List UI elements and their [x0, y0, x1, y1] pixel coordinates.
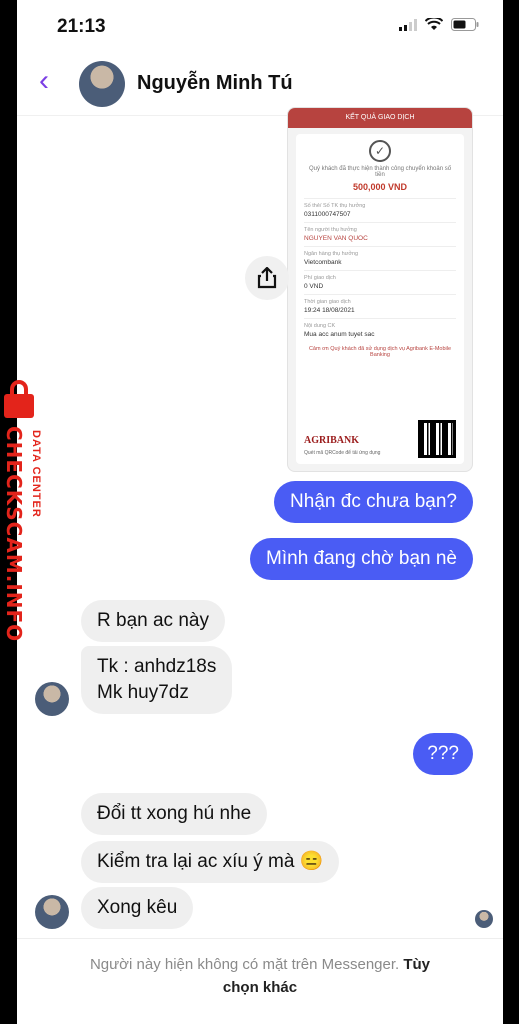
status-bar: 21:13 [17, 0, 503, 52]
receipt-field: Tên người thụ hưởng NGUYEN VAN QUOC [304, 222, 456, 246]
watermark-sub: DATA CENTER [30, 430, 42, 518]
agribank-logo: AGRIBANK [304, 435, 360, 446]
receipt-field: Phí giao dịch 0 VND [304, 270, 456, 294]
receipt-image[interactable]: KẾT QUẢ GIAO DỊCH ✓ Quý khách đã thực hi… [287, 107, 473, 472]
receipt-success-text: Quý khách đã thực hiện thành công chuyển… [308, 166, 452, 178]
field-value: NGUYEN VAN QUOC [304, 235, 368, 242]
check-icon: ✓ [369, 140, 391, 162]
more-options-link[interactable]: Tùy [403, 956, 430, 973]
field-value: 0311000747507 [304, 211, 351, 218]
notice-block: Người này hiện không có mặt trên Messeng… [17, 953, 503, 999]
contact-name[interactable]: Nguyễn Minh Tú [137, 72, 293, 95]
field-label: Thời gian giao dịch [304, 299, 351, 305]
message-line: Tk : anhdz18s [97, 656, 217, 677]
message-incoming[interactable]: Kiểm tra lại ac xíu ý mà 😑 [81, 841, 340, 883]
field-label: Tên người thụ hưởng [304, 227, 357, 233]
receipt-field: Thời gian giao dịch 19:24 18/08/2021 [304, 294, 456, 318]
contact-avatar-small[interactable] [35, 895, 69, 929]
contact-avatar-small[interactable] [35, 682, 69, 716]
status-icons [399, 18, 479, 31]
status-time: 21:13 [57, 16, 106, 37]
receipt-field: Ngân hàng thụ hưởng Vietcombank [304, 246, 456, 270]
battery-icon [451, 18, 479, 31]
wifi-icon [425, 18, 443, 30]
message-line: Mk huy7dz [97, 682, 189, 703]
message-outgoing[interactable]: Mình đang chờ bạn nè [250, 538, 473, 580]
unavailable-notice: Người này hiện không có mặt trên Messeng… [17, 938, 503, 1024]
field-value: 19:24 18/08/2021 [304, 307, 355, 314]
qr-code-icon [418, 420, 456, 458]
lock-icon [4, 380, 34, 418]
field-label: Số thẻ/ Số TK thụ hưởng [304, 203, 366, 209]
share-button[interactable] [245, 256, 289, 300]
back-arrow-icon[interactable]: ‹ [39, 64, 49, 98]
message-outgoing[interactable]: Nhận đc chưa bạn? [274, 481, 473, 523]
notice-text: Người này hiện không có mặt trên Messeng… [89, 956, 400, 973]
field-label: Phí giao dịch [304, 275, 336, 281]
contact-avatar[interactable] [79, 61, 125, 107]
message-incoming[interactable]: Đổi tt xong hú nhe [81, 793, 268, 835]
message-incoming[interactable]: Tk : anhdz18s Mk huy7dz [81, 646, 233, 714]
signal-icon [399, 18, 417, 31]
field-value: 0 VND [304, 283, 324, 290]
more-options-link-cont[interactable]: chọn khác [223, 979, 297, 996]
checkscam-watermark: CHECKSCAM.INFO DATA CENTER [0, 380, 56, 643]
message-incoming[interactable]: Xong kêu [81, 887, 194, 929]
field-label: Nội dung CK [304, 323, 336, 329]
field-label: Ngân hàng thụ hưởng [304, 251, 359, 257]
receipt-body: ✓ Quý khách đã thực hiện thành công chuy… [296, 134, 464, 464]
qr-note: Quét mã QRCode để tải ứng dụng [304, 450, 381, 456]
receipt-title: KẾT QUẢ GIAO DỊCH [288, 108, 472, 128]
field-value: Mua acc anum tuyet sac [304, 331, 375, 338]
receipt-amount: 500,000 VND [352, 182, 408, 192]
seen-avatar [475, 910, 493, 928]
receipt-field: Số thẻ/ Số TK thụ hưởng 0311000747507 [304, 198, 456, 222]
receipt-thanks: Cảm ơn Quý khách đã sử dụng dịch vụ Agri… [308, 346, 452, 358]
field-value: Vietcombank [304, 259, 342, 266]
watermark-brand: CHECKSCAM.INFO [2, 426, 26, 643]
message-outgoing[interactable]: ??? [413, 733, 473, 775]
share-icon [257, 267, 277, 289]
message-incoming[interactable]: R bạn ac này [81, 600, 225, 642]
receipt-field: Nội dung CK Mua acc anum tuyet sac [304, 318, 456, 342]
messenger-screen: 21:13 ‹ Nguyễn Minh Tú KẾT QUẢ GIAO DỊCH… [17, 0, 503, 1024]
